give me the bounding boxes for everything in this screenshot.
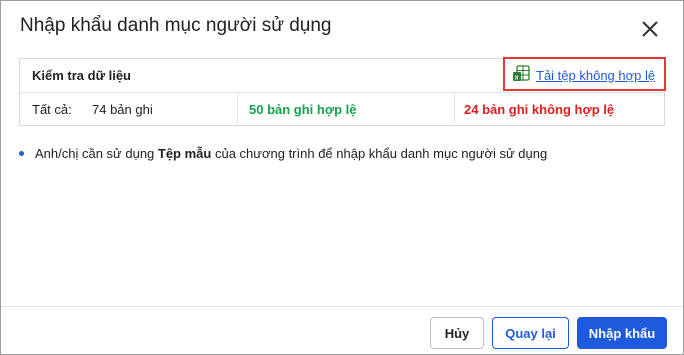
stats-row: Tất cả: 74 bản ghi 50 bản ghi hợp lệ 24 b… bbox=[20, 93, 664, 126]
data-check-title: Kiểm tra dữ liệu bbox=[32, 68, 131, 83]
total-label: Tất cả: bbox=[32, 102, 72, 117]
total-value: 74 bản ghi bbox=[92, 102, 153, 117]
note-suffix: của chương trình để nhập khẩu danh mục n… bbox=[211, 146, 548, 161]
excel-icon: x bbox=[513, 65, 530, 85]
download-invalid-label: Tải tệp không hợp lệ bbox=[536, 67, 656, 83]
note-template-name: Tệp mẫu bbox=[157, 146, 212, 161]
back-button[interactable]: Quay lại bbox=[492, 317, 569, 349]
dialog-title: Nhập khẩu danh mục người sử dụng bbox=[20, 15, 332, 36]
total-cell: Tất cả: 74 bản ghi bbox=[20, 93, 237, 126]
close-icon[interactable] bbox=[639, 18, 661, 40]
data-check-panel: Kiểm tra dữ liệu x Tải tệp không hợp lệ … bbox=[19, 57, 666, 126]
svg-text:x: x bbox=[515, 74, 519, 81]
data-check-header: Kiểm tra dữ liệu x Tải tệp không hợp lệ bbox=[20, 57, 666, 93]
dialog-footer: Hủy Quay lại Nhập khẩu bbox=[1, 306, 683, 355]
bullet-icon bbox=[19, 151, 24, 156]
import-dialog: Nhập khẩu danh mục người sử dụng Kiểm tr… bbox=[0, 0, 684, 355]
invalid-count: 24 bản ghi không hợp lệ bbox=[454, 93, 666, 126]
note-prefix: Anh/chị cần sử dụng bbox=[35, 146, 158, 161]
download-highlight: x Tải tệp không hợp lệ bbox=[503, 57, 666, 91]
download-invalid-link[interactable]: x Tải tệp không hợp lệ bbox=[513, 65, 655, 85]
cancel-button[interactable]: Hủy bbox=[430, 317, 484, 349]
template-note: Anh/chị cần sử dụng Tệp mẫu của chương t… bbox=[19, 146, 547, 161]
import-button[interactable]: Nhập khẩu bbox=[577, 317, 667, 349]
valid-count: 50 bản ghi hợp lệ bbox=[237, 93, 454, 126]
